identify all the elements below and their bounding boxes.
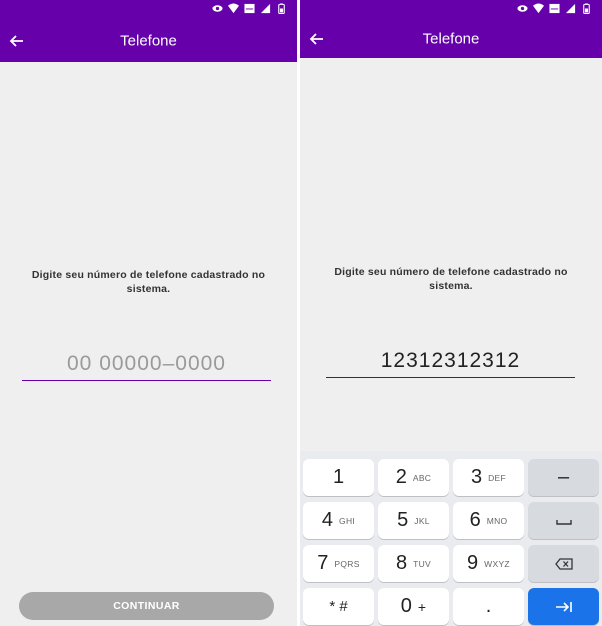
lte-icon	[244, 3, 255, 14]
key-0[interactable]: 0 +	[378, 588, 449, 625]
key-7[interactable]: 7 PQRS	[303, 545, 374, 582]
wifi-icon	[533, 3, 544, 14]
wifi-icon	[228, 3, 239, 14]
key-9[interactable]: 9 WXYZ	[453, 545, 524, 582]
signal-icon	[565, 3, 576, 14]
space-icon	[555, 519, 572, 525]
key-star-hash[interactable]: * #	[303, 588, 374, 625]
key-8[interactable]: 8 TUV	[378, 545, 449, 582]
key-5[interactable]: 5 JKL	[378, 502, 449, 539]
key-enter[interactable]	[528, 588, 599, 625]
app-bar: Telefone	[0, 20, 297, 62]
key-minus[interactable]: –	[528, 459, 599, 496]
key-6[interactable]: 6 MNO	[453, 502, 524, 539]
lte-icon	[549, 3, 560, 14]
input-underline	[326, 377, 575, 378]
eye-icon	[212, 5, 223, 12]
instruction-text: Digite seu número de telefone cadastrado…	[334, 266, 568, 292]
key-backspace[interactable]	[528, 545, 599, 582]
continue-button[interactable]: CONTINUAR	[19, 592, 274, 620]
phone-input[interactable]: 00 00000–0000	[22, 352, 271, 376]
phone-screen-filled: Telefone Digite seu número de telefone c…	[300, 0, 602, 626]
page-title: Telefone	[120, 32, 177, 50]
signal-icon	[260, 3, 271, 14]
numeric-keyboard: 1 2 ABC 3 DEF – 4 GHI 5 JKL 6 MNO 7 PQRS 8 TUV …	[300, 451, 602, 626]
backspace-icon	[554, 557, 573, 570]
input-underline	[22, 380, 271, 381]
battery-icon	[278, 3, 285, 14]
key-2[interactable]: 2 ABC	[378, 459, 449, 496]
page-title: Telefone	[422, 30, 480, 48]
next-arrow-icon	[555, 601, 572, 612]
battery-icon	[583, 3, 590, 14]
key-4[interactable]: 4 GHI	[303, 502, 374, 539]
status-bar	[0, 0, 297, 20]
status-bar	[300, 0, 602, 20]
app-bar: Telefone	[300, 20, 602, 58]
phone-screen-empty: Telefone Digite seu número de telefone c…	[0, 0, 297, 626]
key-3[interactable]: 3 DEF	[453, 459, 524, 496]
key-period[interactable]: .	[453, 588, 524, 625]
instruction-text: Digite seu número de telefone cadastrado…	[31, 269, 266, 295]
key-space[interactable]	[528, 502, 599, 539]
key-1[interactable]: 1	[303, 459, 374, 496]
phone-input[interactable]: 12312312312	[326, 349, 575, 373]
eye-icon	[517, 5, 528, 12]
